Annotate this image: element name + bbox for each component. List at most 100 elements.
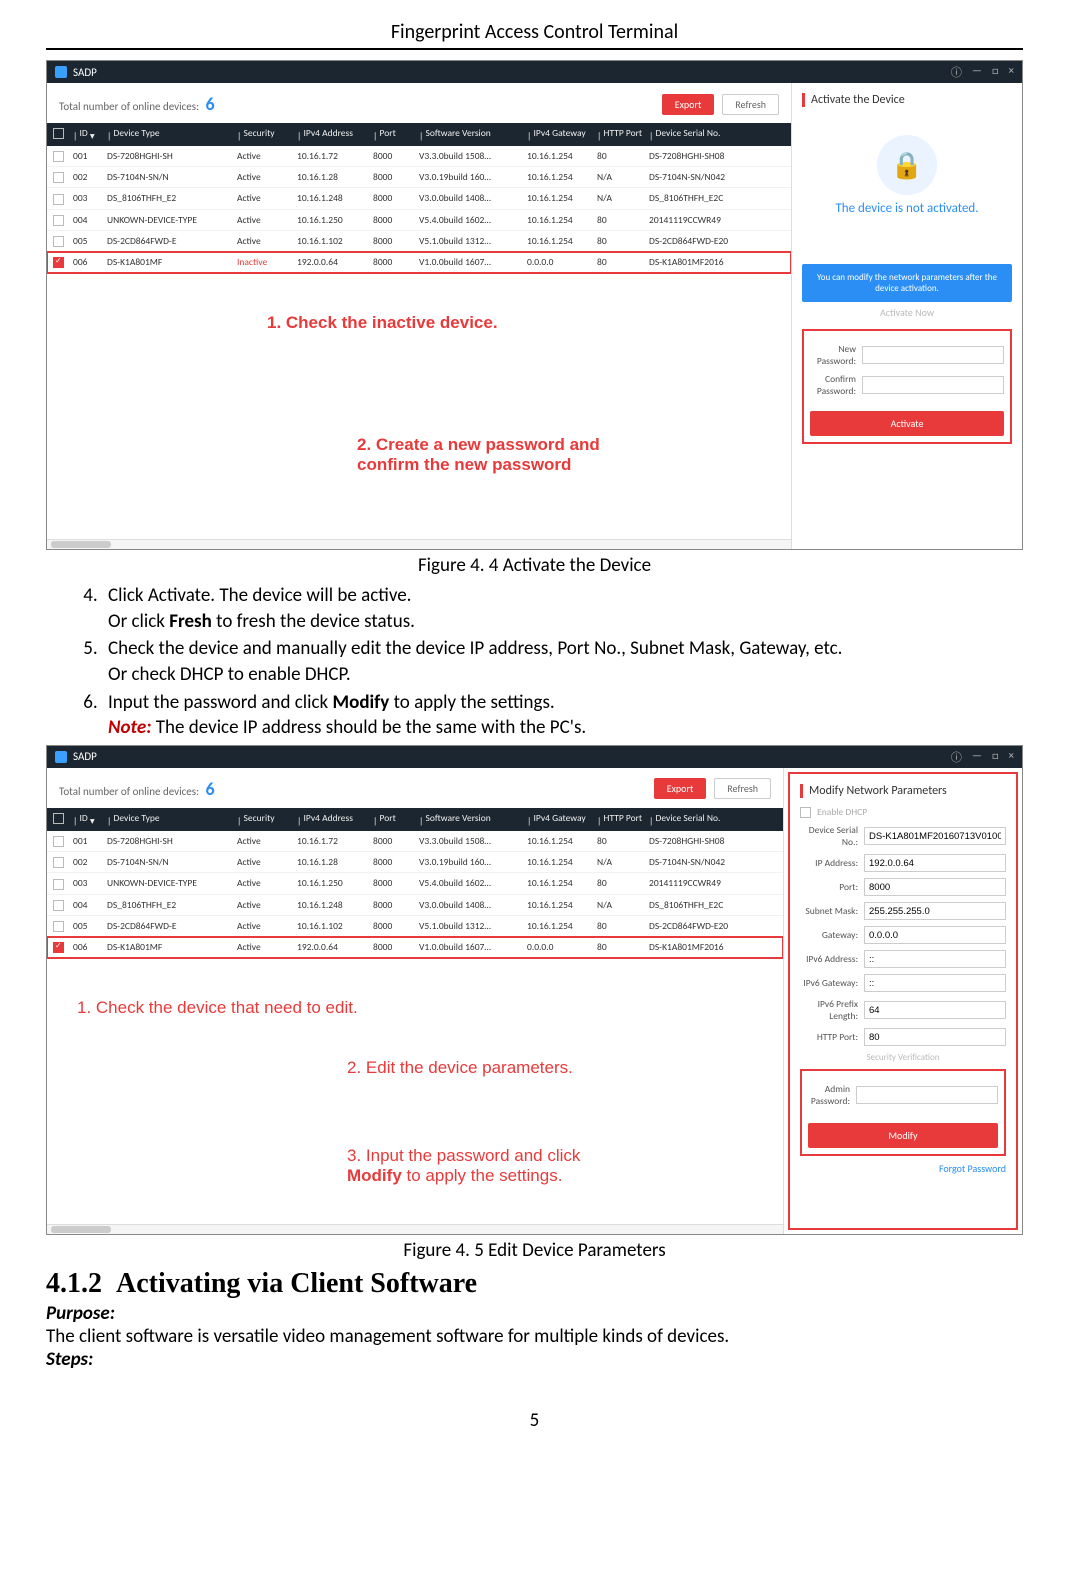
prefix-label: IPv6 Prefix Length:	[800, 998, 864, 1022]
figure-4-5: SADP ⓘ — □ × Total number of online devi…	[46, 745, 1023, 1235]
table-header: | ID ▾ | Device Type | Security | IPv4 A…	[47, 808, 783, 831]
figure-4-5-caption: Figure 4. 5 Edit Device Parameters	[46, 1239, 1023, 1262]
ip-label: IP Address:	[800, 857, 864, 869]
row-checkbox[interactable]	[53, 172, 64, 183]
table-row[interactable]: 001DS-7208HGHI-SHActive10.16.1.728000V3.…	[47, 146, 791, 167]
password-box: New Password: Confirm Password: Activate	[802, 329, 1012, 444]
row-checkbox[interactable]	[53, 194, 64, 205]
activate-now-text: Activate Now	[802, 306, 1012, 319]
device-count-label: Total number of online devices:	[59, 100, 199, 113]
maximize-icon[interactable]: □	[992, 64, 999, 80]
annotation-f2-2: 2. Edit the device parameters.	[347, 1058, 573, 1078]
gw6-label: IPv6 Gateway:	[800, 977, 864, 989]
device-count: 6	[206, 778, 215, 800]
minimize-icon[interactable]: —	[972, 64, 982, 80]
row-checkbox[interactable]	[53, 836, 64, 847]
device-count-label: Total number of online devices:	[59, 785, 199, 798]
ip-input[interactable]	[864, 854, 1006, 872]
confirm-password-label: Confirm Password:	[810, 373, 862, 397]
table-row[interactable]: 001DS-7208HGHI-SHActive10.16.1.728000V3.…	[47, 831, 783, 852]
modify-button[interactable]: Modify	[808, 1123, 998, 1148]
row-checkbox[interactable]	[53, 921, 64, 932]
confirm-password-input[interactable]	[862, 376, 1004, 394]
sadp-logo-icon	[55, 66, 67, 78]
sadp-titlebar-2: SADP ⓘ — □ ×	[47, 746, 1022, 768]
select-all-checkbox[interactable]	[53, 128, 64, 139]
table-row[interactable]: 003UNKOWN-DEVICE-TYPEActive10.16.1.25080…	[47, 873, 783, 894]
sadp-logo-icon	[55, 751, 67, 763]
enable-dhcp-label: Enable DHCP	[817, 806, 867, 818]
table-row[interactable]: 005DS-2CD864FWD-EActive10.16.1.1028000V5…	[47, 916, 783, 937]
security-verification-label: Security Verification	[800, 1052, 1006, 1063]
close-icon[interactable]: ×	[1009, 749, 1014, 765]
minimize-icon[interactable]: —	[972, 749, 982, 765]
port-input[interactable]	[864, 878, 1006, 896]
table-row[interactable]: 002DS-7104N-SN/NActive10.16.1.288000V3.0…	[47, 167, 791, 188]
annotation-2b: confirm the new password	[357, 455, 571, 475]
table-row[interactable]: 002DS-7104N-SN/NActive10.16.1.288000V3.0…	[47, 852, 783, 873]
table-row[interactable]: 005DS-2CD864FWD-EActive10.16.1.1028000V5…	[47, 231, 791, 252]
annotation-1: 1. Check the inactive device.	[267, 313, 498, 333]
row-checkbox[interactable]	[53, 857, 64, 868]
row-checkbox[interactable]	[53, 257, 64, 268]
mask-label: Subnet Mask:	[800, 905, 864, 917]
table-row[interactable]: 004DS_8106THFH_E2Active10.16.1.2488000V3…	[47, 895, 783, 916]
ip6-label: IPv6 Address:	[800, 953, 864, 965]
row-checkbox[interactable]	[53, 900, 64, 911]
select-all-checkbox[interactable]	[53, 813, 64, 824]
figure-4-4-caption: Figure 4. 4 Activate the Device	[46, 554, 1023, 577]
horizontal-scrollbar[interactable]	[51, 1226, 111, 1233]
table-row[interactable]: 006DS-K1A801MFActive192.0.0.648000V1.0.0…	[47, 937, 783, 958]
port-label: Port:	[800, 881, 864, 893]
prefix-input[interactable]	[864, 1001, 1006, 1019]
table-row[interactable]: 004UNKOWN-DEVICE-TYPEActive10.16.1.25080…	[47, 210, 791, 231]
table-row[interactable]: 006DS-K1A801MFInactive192.0.0.648000V1.0…	[47, 252, 791, 273]
gw6-input[interactable]	[864, 974, 1006, 992]
new-password-input[interactable]	[862, 346, 1004, 364]
row-checkbox[interactable]	[53, 151, 64, 162]
not-activated-text: The device is not activated.	[802, 201, 1012, 216]
section-heading: 4.1.2 Activating via Client Software	[46, 1268, 1023, 1300]
purpose-label: Purpose:	[46, 1302, 1023, 1325]
purpose-text: The client software is versatile video m…	[46, 1325, 1023, 1348]
right-panel-title-2: Modify Network Parameters	[800, 784, 1006, 798]
admin-password-input[interactable]	[856, 1086, 998, 1104]
table-row[interactable]: 003DS_8106THFH_E2Active10.16.1.2488000V3…	[47, 188, 791, 209]
figure-4-4: SADP ⓘ — □ × Total number of online devi…	[46, 60, 1023, 550]
activate-button[interactable]: Activate	[810, 411, 1004, 436]
forgot-password-link[interactable]: Forgot Password	[800, 1162, 1006, 1175]
step-5: Check the device and manually edit the d…	[102, 636, 1023, 687]
lock-icon: 🔒	[891, 149, 923, 181]
row-checkbox[interactable]	[53, 236, 64, 247]
info-icon[interactable]: ⓘ	[951, 749, 962, 765]
page-number: 5	[46, 1409, 1023, 1432]
maximize-icon[interactable]: □	[992, 749, 999, 765]
steps-label: Steps:	[46, 1348, 1023, 1371]
annotation-2a: 2. Create a new password and	[357, 435, 600, 455]
device-count: 6	[206, 93, 215, 115]
http-input[interactable]	[864, 1028, 1006, 1046]
serial-label: Device Serial No.:	[800, 824, 864, 848]
close-icon[interactable]: ×	[1009, 64, 1014, 80]
enable-dhcp-checkbox[interactable]	[800, 807, 811, 818]
refresh-button[interactable]: Refresh	[714, 778, 771, 799]
mask-input[interactable]	[864, 902, 1006, 920]
info-icon[interactable]: ⓘ	[951, 64, 962, 80]
new-password-label: New Password:	[810, 343, 862, 367]
refresh-button[interactable]: Refresh	[722, 94, 779, 115]
row-checkbox[interactable]	[53, 942, 64, 953]
ip6-input[interactable]	[864, 950, 1006, 968]
horizontal-scrollbar[interactable]	[51, 541, 111, 548]
http-label: HTTP Port:	[800, 1031, 864, 1043]
export-button[interactable]: Export	[654, 778, 707, 799]
export-button[interactable]: Export	[662, 94, 715, 115]
annotation-f2-3a: 3. Input the password and click	[347, 1146, 580, 1166]
serial-input[interactable]	[864, 827, 1006, 845]
gw-input[interactable]	[864, 926, 1006, 944]
row-checkbox[interactable]	[53, 879, 64, 890]
right-panel-title: Activate the Device	[802, 93, 1012, 107]
modify-hint: You can modify the network parameters af…	[802, 264, 1012, 302]
row-checkbox[interactable]	[53, 215, 64, 226]
page-header: Fingerprint Access Control Terminal	[46, 20, 1023, 50]
sadp-app-name: SADP	[73, 66, 97, 79]
